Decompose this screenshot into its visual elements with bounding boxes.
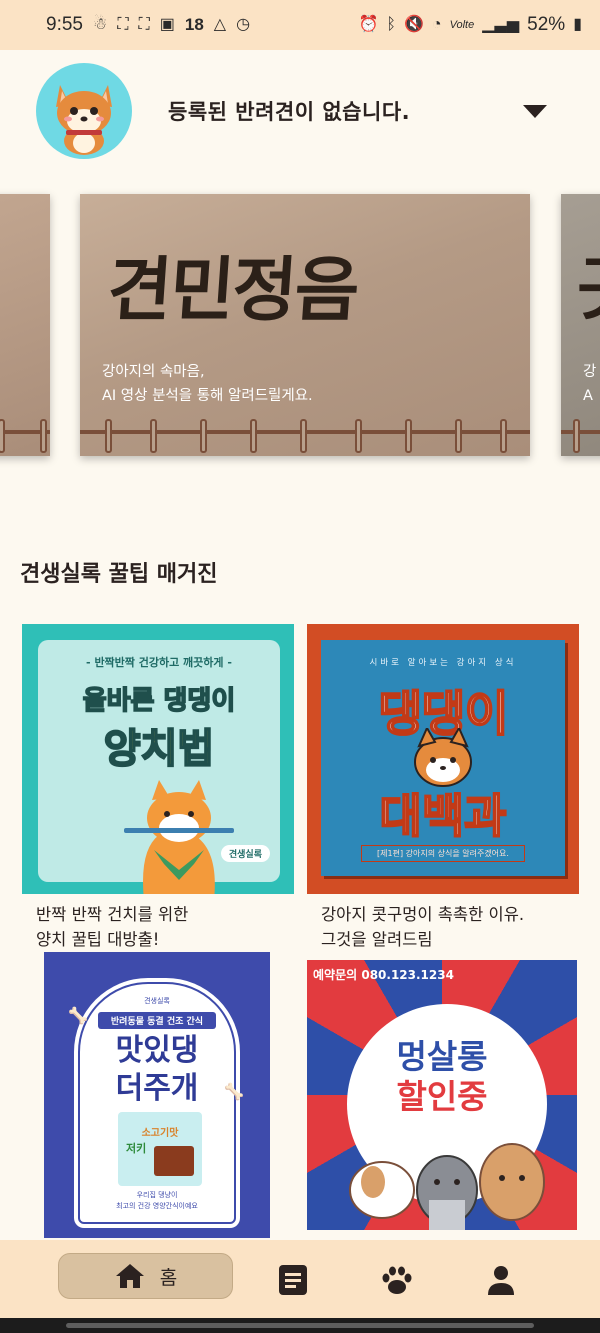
bottom-navigation: 홈 <box>0 1240 600 1318</box>
mute-icon: 🔇 <box>403 16 424 33</box>
card-kicker: - 반짝반짝 건강하고 깨끗하게 - <box>86 656 232 669</box>
banner-current[interactable]: 견민정음 강아지의 속마음, AI 영상 분석을 통해 알려드릴게요. <box>80 194 530 456</box>
magazine-card-caption: 강아지 콧구멍이 촉촉한 이유. 그것을 알려드림 <box>307 902 579 952</box>
person-icon <box>488 1266 514 1295</box>
dog-status-title: 등록된 반려견이 없습니다. <box>168 100 411 124</box>
banner-next-line-2: A <box>583 388 593 404</box>
nav-profile-button[interactable] <box>484 1263 518 1297</box>
banner-carousel[interactable]: 견민정음 강아지의 속마음, AI 영상 분석을 통해 알려드릴게요. 곳 강 … <box>0 188 600 470</box>
signal-icon: ▁▃▅ <box>482 16 520 33</box>
status-time: 9:55 <box>46 14 83 35</box>
card-headline: 올바른 댕댕이 <box>82 685 236 717</box>
magazine-card-caption: 반짝 반짝 건치를 위한 양치 꿀팁 대방출! <box>22 902 294 952</box>
paw-icon <box>382 1266 412 1294</box>
bone-icon: 🦴 <box>68 1006 88 1025</box>
caption-line-1: 강아지 콧구멍이 촉촉한 이유. <box>321 905 525 924</box>
banner-subtitle-line-2: AI 영상 분석을 통해 알려드릴게요. <box>102 388 313 404</box>
banner-subtitle-line-1: 강아지의 속마음, <box>102 364 205 380</box>
banner-next-title: 곳 <box>577 234 600 333</box>
nav-home-label: 홈 <box>159 1266 178 1289</box>
magazine-card-jerky-snack[interactable]: 견생실록 반려동물 동결 건조 간식 맛있댕 더주개 소고기맛 저키 우리집 댕… <box>44 952 316 1238</box>
banner-next[interactable]: 곳 강 A <box>561 194 600 456</box>
snack-package-subtitle: 저키 <box>126 1142 147 1155</box>
dog-avatar[interactable] <box>36 63 132 159</box>
card-pill: 반려동물 동결 건조 간식 <box>98 1012 216 1029</box>
magazine-card-grooming-salon[interactable]: 예약문의 080.123.1234 멍살롱 할인중 <box>307 960 579 1230</box>
chevron-down-icon <box>523 105 547 118</box>
wifi-icon: ◔ <box>431 16 442 33</box>
gesture-bar <box>0 1318 600 1333</box>
home-icon <box>115 1264 144 1288</box>
card-footer: 우리집 댕냥이 최고의 건강 영양간식이예요 <box>80 1190 234 1212</box>
card-headline-line-2: 더주개 <box>115 1071 199 1106</box>
shiba-face-icon <box>414 728 472 787</box>
shiba-avatar-icon <box>56 85 112 155</box>
shiba-toothbrush-icon <box>124 780 234 894</box>
snack-package-title: 소고기맛 <box>141 1128 179 1139</box>
volte-label: Volte <box>449 19 475 31</box>
magazine-card-thumbnail: 견생실록 반려동물 동결 건조 간식 맛있댕 더주개 소고기맛 저키 우리집 댕… <box>44 952 270 1238</box>
caption-line-2: 그것을 알려드림 <box>321 930 433 949</box>
battery-icon: ▮ <box>573 16 582 33</box>
magazine-section-title: 견생실록 꿀팁 매거진 <box>20 562 218 587</box>
document-icon <box>279 1265 307 1295</box>
card-footer-line-2: 최고의 건강 영양간식이예요 <box>116 1202 198 1210</box>
screenshot-icon: ⛶ <box>117 16 129 33</box>
card-footer-line-1: 우리집 댕냥이 <box>136 1191 178 1199</box>
alarm-icon: ◷ <box>236 16 251 33</box>
alarm-clock-icon: ⏰ <box>358 16 379 33</box>
card-headline-line-1: 맛있댕 <box>115 1033 199 1068</box>
caption-line-2: 양치 꿀팁 대방출! <box>36 930 160 949</box>
card-kicker: 시바로 알아보는 강아지 상식 <box>369 658 517 668</box>
card-kicker: 견생실록 <box>144 997 170 1005</box>
nav-pet-button[interactable] <box>380 1263 414 1297</box>
gallery-icon: ▣ <box>159 16 175 33</box>
dog-select-dropdown[interactable] <box>522 102 548 120</box>
card-headline-2: 할인중 <box>396 1077 488 1116</box>
banner-previous[interactable] <box>0 194 50 456</box>
app-header: 등록된 반려견이 없습니다. <box>0 50 600 180</box>
magazine-card-thumbnail: 시바로 알아보는 강아지 상식 댕댕이 대백과 [제1편] 강아지의 상식을 알… <box>307 624 579 894</box>
snack-package: 소고기맛 저키 <box>118 1112 202 1186</box>
triangle-icon: △ <box>213 16 227 33</box>
card-phone: 예약문의 080.123.1234 <box>313 968 454 982</box>
banner-next-line-1: 강 <box>583 364 597 380</box>
dogs-illustration-icon <box>349 1143 545 1230</box>
caption-line-1: 반짝 반짝 건치를 위한 <box>36 905 189 924</box>
card-headline-emphasis: 양치법 <box>103 725 215 773</box>
card-headline-2: 대백과 <box>379 788 508 844</box>
card-footer: [제1편] 강아지의 상식을 알려주겠어요. <box>361 845 525 862</box>
magazine-card-thumbnail: 예약문의 080.123.1234 멍살롱 할인중 <box>307 960 577 1230</box>
screenshot-icon-2: ⛶ <box>138 16 150 33</box>
gesture-handle[interactable] <box>66 1323 534 1328</box>
nav-document-button[interactable] <box>276 1263 310 1297</box>
battery-level: 52% <box>527 14 566 35</box>
notification-icon: ☃ <box>92 16 108 33</box>
notification-count: 18 <box>184 15 204 34</box>
nav-home-button[interactable]: 홈 <box>58 1253 233 1299</box>
card-headline: 맛있댕 더주개 <box>80 1032 234 1108</box>
magazine-card-dog-encyclopedia[interactable]: 시바로 알아보는 강아지 상식 댕댕이 대백과 [제1편] 강아지의 상식을 알… <box>307 624 579 952</box>
magazine-card-teeth-brushing[interactable]: - 반짝반짝 건강하고 깨끗하게 - 올바른 댕댕이 양치법 견생실록 반짝 반… <box>22 624 294 952</box>
card-brand-badge: 견생실록 <box>220 845 270 862</box>
banner-subtitle: 강아지의 속마음, AI 영상 분석을 통해 알려드릴게요. <box>102 360 313 408</box>
magazine-card-thumbnail: - 반짝반짝 건강하고 깨끗하게 - 올바른 댕댕이 양치법 견생실록 <box>22 624 294 894</box>
bone-icon-2: 🦴 <box>224 1082 244 1101</box>
banner-next-subtitle: 강 A <box>583 360 596 408</box>
banner-title: 견민정음 <box>104 248 361 331</box>
bluetooth-icon: ᛒ <box>386 16 396 33</box>
status-bar: 9:55 ☃ ⛶ ⛶ ▣ 18 △ ◷ ⏰ ᛒ 🔇 ◔ Volte ▁▃▅ 52… <box>0 0 600 50</box>
